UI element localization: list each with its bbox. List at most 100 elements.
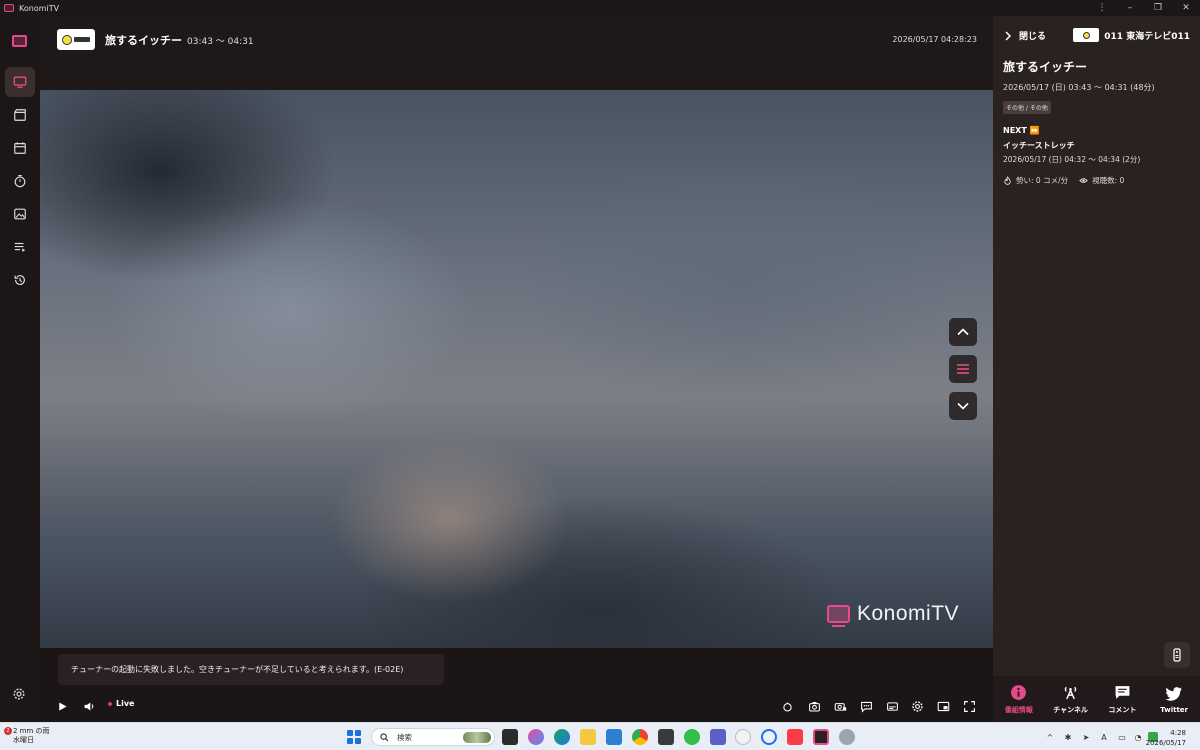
start-button[interactable] <box>347 730 361 744</box>
ime-icon[interactable]: A <box>1099 732 1109 742</box>
chrome-icon[interactable] <box>632 729 648 745</box>
weather-day: 水曜日 <box>13 736 34 744</box>
tv-logo-icon <box>827 605 850 627</box>
taskbar-search[interactable]: 検索 <box>371 728 495 746</box>
send-icon[interactable]: ➤ <box>1081 732 1091 742</box>
gear-icon <box>911 700 923 712</box>
tv-icon <box>13 76 27 88</box>
momentum-text: 勢い: 0 コメ/分 <box>1016 176 1069 185</box>
camera-comment-icon <box>834 702 846 711</box>
tab-program-info[interactable]: 番組情報 <box>993 676 1045 722</box>
sidebar-item-captures[interactable] <box>5 199 35 229</box>
player-settings-button[interactable] <box>909 698 925 714</box>
viewers-text: 視聴数: 0 <box>1092 176 1125 185</box>
display-icon[interactable]: ▭ <box>1117 732 1127 742</box>
volume-button[interactable] <box>81 698 97 714</box>
chevron-up-icon <box>957 328 969 336</box>
fire-icon <box>1004 176 1011 185</box>
sidebar-item-reservations[interactable] <box>5 166 35 196</box>
program-title: 旅するイッチー <box>105 34 182 47</box>
close-panel-button[interactable]: 閉じる <box>1003 29 1046 42</box>
window-titlebar: KonomiTV ⋮ – ❐ ✕ <box>0 0 1200 16</box>
current-datetime: 2026/05/17 04:28:23 <box>892 35 977 44</box>
playlist-icon <box>14 242 26 252</box>
teams-icon[interactable] <box>710 729 726 745</box>
edge-icon[interactable] <box>554 729 570 745</box>
remote-control-button[interactable] <box>1164 642 1190 668</box>
player-controls: チューナーの起動に失敗しました。空きチューナーが不足していると考えられます。(E… <box>40 648 993 722</box>
more-options-icon[interactable]: ⋮ <box>1088 0 1116 16</box>
next-program-datetime: 2026/05/17 (日) 04:32 〜 04:34 (2分) <box>1003 155 1141 164</box>
volume-icon <box>84 701 93 711</box>
terminal-icon[interactable] <box>658 729 674 745</box>
maximize-button[interactable]: ❐ <box>1144 0 1172 16</box>
window-title: KonomiTV <box>19 3 60 13</box>
close-panel-label: 閉じる <box>1019 32 1047 42</box>
minimize-button[interactable]: – <box>1116 0 1144 16</box>
camera-icon <box>808 701 820 711</box>
copilot-icon[interactable] <box>528 729 544 745</box>
chevron-right-icon <box>1005 30 1012 41</box>
subtitles-button[interactable] <box>884 698 900 714</box>
sidebar-item-tv[interactable] <box>5 67 35 97</box>
clock-time: 4:28 <box>1170 729 1186 737</box>
fullscreen-button[interactable] <box>961 698 977 714</box>
chevron-up-icon[interactable]: ^ <box>1045 732 1055 742</box>
weather-widget[interactable]: 2 2 mm の雨 水曜日 <box>4 727 50 745</box>
settings-app-icon[interactable] <box>839 729 855 745</box>
subtitles-icon <box>886 701 898 711</box>
tab-comment[interactable]: コメント <box>1097 676 1149 722</box>
apple-music-icon[interactable] <box>787 729 803 745</box>
sidebar-item-timetable[interactable] <box>5 133 35 163</box>
close-window-button[interactable]: ✕ <box>1172 0 1200 16</box>
search-icon <box>380 732 389 741</box>
capture-button[interactable] <box>806 698 822 714</box>
itunes-icon[interactable] <box>735 729 751 745</box>
capture-with-comments-button[interactable] <box>832 698 848 714</box>
play-button[interactable] <box>54 698 70 714</box>
channel-down-button[interactable] <box>949 392 977 420</box>
eye-icon <box>1079 178 1088 183</box>
menu-icon <box>957 364 969 374</box>
video-player[interactable]: KonomiTV <box>40 90 993 648</box>
channel-logo <box>1073 28 1100 42</box>
clock-app-icon[interactable] <box>761 729 777 745</box>
panel-toggle-button[interactable] <box>949 355 977 383</box>
network-icon[interactable]: ◔ <box>1133 732 1143 742</box>
sidebar-settings-button[interactable] <box>12 686 26 705</box>
sidebar-item-history[interactable] <box>5 265 35 295</box>
mail-icon[interactable] <box>606 729 622 745</box>
remote-icon <box>1173 648 1181 662</box>
pip-icon <box>937 701 949 711</box>
genre-badge: その他 / その他 <box>1003 101 1051 114</box>
comment-toggle-button[interactable] <box>858 698 874 714</box>
program-time: 03:43 〜 04:31 <box>187 37 254 47</box>
konomitv-taskbar-icon[interactable] <box>813 729 829 745</box>
file-explorer-icon[interactable] <box>580 729 596 745</box>
sidebar-item-videos[interactable] <box>5 100 35 130</box>
notification-badge: 2 <box>4 727 12 735</box>
sidebar-item-watchlist[interactable] <box>5 232 35 262</box>
tab-channel[interactable]: チャンネル <box>1045 676 1097 722</box>
tab-twitter[interactable]: Twitter <box>1148 676 1200 722</box>
next-label: NEXT ⏩ <box>1003 126 1040 135</box>
comment-icon <box>860 701 872 713</box>
bluetooth-icon[interactable]: ✱ <box>1063 732 1073 742</box>
fast-forward-icon: ⏩ <box>1029 126 1040 135</box>
antenna-icon <box>1064 686 1077 699</box>
konomitv-logo-icon[interactable] <box>12 35 27 47</box>
picture-in-picture-button[interactable] <box>935 698 951 714</box>
window-controls: ⋮ – ❐ ✕ <box>1088 0 1200 16</box>
next-program-title: イッチーストレッチ <box>1003 141 1075 150</box>
weather-summary: 2 mm の雨 <box>13 727 50 735</box>
panel-channel: 011 東海テレビ011 <box>1073 28 1190 42</box>
search-highlight-image <box>463 732 491 743</box>
line-icon[interactable] <box>684 729 700 745</box>
taskbar-clock[interactable]: 4:28 2026/05/17 <box>1146 728 1186 748</box>
timer-icon <box>782 701 792 711</box>
play-icon <box>58 701 67 711</box>
task-view-icon[interactable] <box>502 729 518 745</box>
channel-up-button[interactable] <box>949 318 977 346</box>
sync-button[interactable] <box>779 698 795 714</box>
konomitv-watermark: KonomiTV <box>827 602 959 627</box>
